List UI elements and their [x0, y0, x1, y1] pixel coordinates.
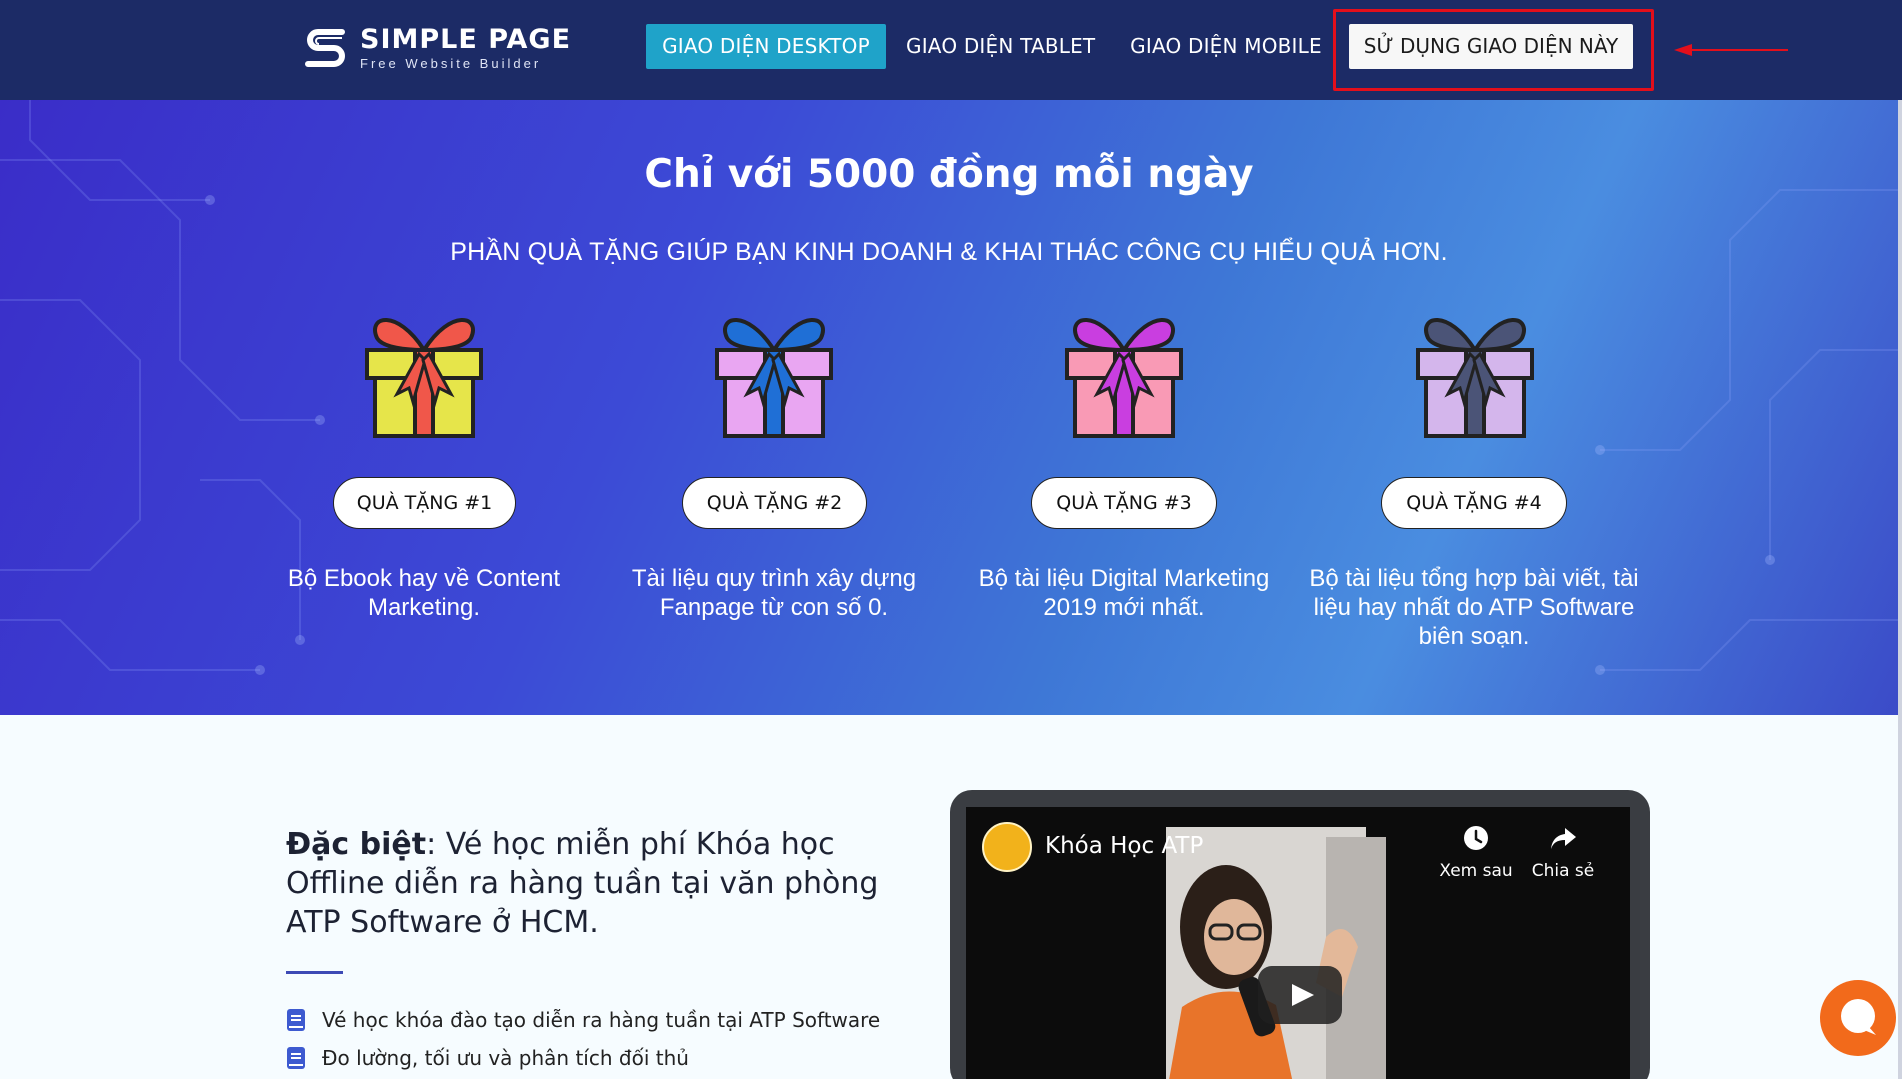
share-icon	[1551, 828, 1576, 849]
logo-subtitle: Free Website Builder	[360, 56, 542, 71]
video-player[interactable]: Khóa Học ATP Xem sau Chia sẻ	[966, 807, 1630, 1079]
feature-text: Đo lường, tối ưu và phân tích đối thủ	[322, 1046, 689, 1070]
share-label: Chia sẻ	[1531, 861, 1595, 881]
book-icon	[287, 1047, 305, 1069]
gift-1-button[interactable]: QUÀ TẶNG #1	[333, 477, 516, 529]
video-title[interactable]: Khóa Học ATP	[1045, 833, 1203, 859]
gift-4-description: Bộ tài liệu tổng hợp bài viết, tài liệu …	[1309, 565, 1639, 650]
gift-icon	[1065, 318, 1183, 438]
chat-button[interactable]	[1820, 980, 1896, 1056]
gift-icon	[715, 318, 833, 438]
gift-icon	[1416, 318, 1534, 438]
share-button[interactable]: Chia sẻ	[1523, 823, 1603, 881]
desktop-view-button[interactable]: GIAO DIỆN DESKTOP	[646, 24, 886, 69]
play-button[interactable]	[1258, 966, 1342, 1024]
gift-2-description: Tài liệu quy trình xây dựng Fanpage từ c…	[631, 565, 917, 621]
scrollbar[interactable]	[1898, 100, 1902, 1079]
watch-later-button[interactable]: Xem sau	[1436, 823, 1516, 881]
chat-icon	[1841, 999, 1876, 1035]
clock-icon	[1464, 826, 1488, 850]
logo[interactable]: SIMPLE PAGE Free Website Builder	[302, 22, 571, 74]
logo-title: SIMPLE PAGE	[360, 24, 572, 55]
gift-section: Chỉ với 5000 đồng mỗi ngày PHẦN QUÀ TẶNG…	[0, 100, 1898, 715]
list-item: Vé học khóa đào tạo diễn ra hàng tuần tạ…	[286, 1005, 880, 1035]
special-offer-section: Đặc biệt: Vé học miễn phí Khóa học Offli…	[0, 715, 1898, 1079]
channel-avatar[interactable]	[982, 822, 1032, 872]
book-icon	[287, 1009, 305, 1031]
special-lead: Đặc biệt	[286, 827, 427, 862]
hero-subtitle: PHẦN QUÀ TẶNG GIÚP BẠN KINH DOANH & KHAI…	[450, 238, 1448, 266]
gift-1-description: Bộ Ebook hay về Content Marketing.	[287, 565, 561, 621]
tablet-view-button[interactable]: GIAO DIỆN TABLET	[906, 24, 1095, 69]
top-bar: SIMPLE PAGE Free Website Builder GIAO DI…	[0, 0, 1902, 100]
gift-2-button[interactable]: QUÀ TẶNG #2	[682, 477, 867, 529]
arrow-left-icon	[1674, 44, 1788, 56]
gift-icon	[365, 318, 483, 438]
logo-mark-icon	[305, 29, 345, 67]
feature-text: Vé học khóa đào tạo diễn ra hàng tuần tạ…	[322, 1008, 881, 1032]
gift-4-button[interactable]: QUÀ TẶNG #4	[1381, 477, 1567, 529]
gift-3-button[interactable]: QUÀ TẶNG #3	[1031, 477, 1217, 529]
mobile-view-button[interactable]: GIAO DIỆN MOBILE	[1128, 24, 1324, 69]
watch-later-label: Xem sau	[1439, 861, 1513, 881]
special-offer-text: Đặc biệt: Vé học miễn phí Khóa học Offli…	[286, 825, 926, 942]
hero-title: Chỉ với 5000 đồng mỗi ngày	[644, 152, 1254, 197]
list-item: Đo lường, tối ưu và phân tích đối thủ	[286, 1043, 689, 1073]
play-icon	[1292, 984, 1314, 1006]
divider	[286, 971, 343, 974]
gift-3-description: Bộ tài liệu Digital Marketing 2019 mới n…	[978, 565, 1270, 621]
use-template-button[interactable]: SỬ DỤNG GIAO DIỆN NÀY	[1349, 24, 1633, 69]
